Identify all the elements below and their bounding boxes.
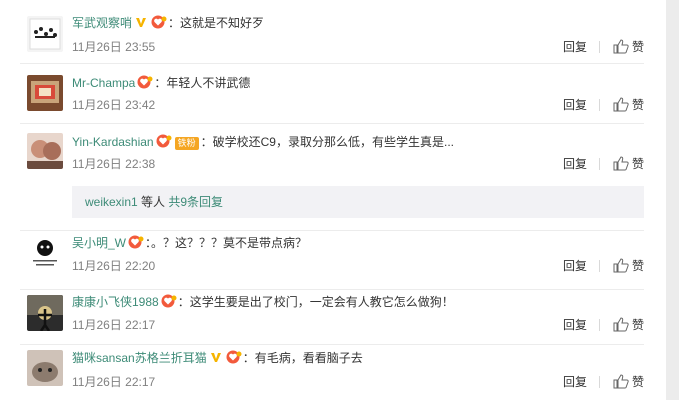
like-label: 赞: [631, 40, 644, 54]
verified-icon: [135, 15, 147, 27]
divider: [599, 158, 600, 170]
colon: ：: [154, 76, 167, 90]
comment-username[interactable]: 军武观察哨: [72, 16, 132, 30]
avatar[interactable]: [27, 235, 63, 271]
colon: ：: [177, 295, 190, 309]
comment-time: 11月26日 22:17: [72, 318, 156, 332]
like-button[interactable]: 赞: [613, 257, 644, 275]
thumbs-up-icon: [613, 156, 629, 171]
like-label: 赞: [631, 318, 644, 332]
comment-text: 年轻人不讲武德: [166, 76, 251, 90]
avatar[interactable]: [27, 295, 63, 331]
comment-username[interactable]: Yin-Kardashian: [72, 135, 154, 149]
heart-badge-icon: [128, 235, 144, 249]
reply-button[interactable]: 回复: [563, 155, 587, 173]
reply-button[interactable]: 回复: [563, 96, 587, 114]
sub-reply-summary: weikexin1 等人 共9条回复: [72, 186, 644, 218]
like-label: 赞: [631, 157, 644, 171]
reply-button[interactable]: 回复: [563, 316, 587, 334]
thumbs-up-icon: [613, 374, 629, 389]
colon: ：: [200, 135, 213, 149]
like-label: 赞: [631, 259, 644, 273]
comment-item: Mr-Champa ：年轻人不讲武德 11月26日 23:42 回复 赞: [20, 63, 644, 124]
view-all-replies-link[interactable]: 共9条回复: [168, 195, 223, 209]
heart-badge-icon: [226, 350, 242, 364]
heart-badge-icon: [156, 134, 172, 148]
fan-badge: 铁粉: [174, 137, 199, 150]
comment-username[interactable]: 猫咪sansan苏格兰折耳猫: [72, 351, 207, 365]
comment-text: 这学生要是出了校门，一定会有人教它怎么做狗！: [189, 295, 454, 309]
reply-button[interactable]: 回复: [563, 373, 587, 391]
comment-item: 猫咪sansan苏格兰折耳猫 ：有毛病，看看脑子去 11月26日 22:17 回复…: [20, 344, 644, 400]
heart-badge-icon: [137, 75, 153, 89]
scrollbar-track[interactable]: [666, 0, 679, 400]
comment-username[interactable]: 吴小明_W: [72, 236, 126, 250]
thumbs-up-icon: [613, 258, 629, 273]
like-label: 赞: [631, 98, 644, 112]
colon: ：: [242, 351, 255, 365]
comment-item: 军武观察哨 ：这就是不知好歹 11月26日 23:55 回复 赞: [20, 0, 644, 64]
comment-item: 康康小飞侠1988 ：这学生要是出了校门，一定会有人教它怎么做狗！ 11月26日 …: [20, 289, 644, 345]
divider: [599, 376, 600, 388]
comment-username[interactable]: Mr-Champa: [72, 76, 135, 90]
like-label: 赞: [631, 375, 644, 389]
like-button[interactable]: 赞: [613, 373, 644, 391]
divider: [599, 260, 600, 272]
like-button[interactable]: 赞: [613, 316, 644, 334]
comment-text: 破学校还C9，录取分那么低，有些学生真是...: [212, 135, 454, 149]
thumbs-up-icon: [613, 97, 629, 112]
comment-text: 有毛病，看看脑子去: [254, 351, 363, 365]
reply-button[interactable]: 回复: [563, 257, 587, 275]
comment-time: 11月26日 22:17: [72, 375, 156, 389]
reply-button[interactable]: 回复: [563, 38, 587, 56]
heart-badge-icon: [151, 15, 167, 29]
comment-text: 。？这？？？莫不是带点病？: [151, 236, 308, 250]
verified-icon: [210, 350, 222, 362]
comment-time: 11月26日 22:38: [72, 157, 156, 171]
divider: [599, 99, 600, 111]
comment-username[interactable]: 康康小飞侠1988: [72, 295, 159, 309]
divider: [599, 319, 600, 331]
thumbs-up-icon: [613, 39, 629, 54]
avatar[interactable]: [27, 75, 63, 111]
like-button[interactable]: 赞: [613, 155, 644, 173]
heart-badge-icon: [161, 294, 177, 308]
comment-text: 这就是不知好歹: [180, 16, 265, 30]
thumbs-up-icon: [613, 317, 629, 332]
like-button[interactable]: 赞: [613, 96, 644, 114]
comment-item: 吴小明_W ：。？这？？？莫不是带点病？ 11月26日 22:20 回复 赞: [20, 230, 644, 290]
sub-reply-user[interactable]: weikexin1: [85, 195, 138, 209]
divider: [599, 41, 600, 53]
avatar[interactable]: [27, 133, 63, 169]
avatar[interactable]: [27, 350, 63, 386]
sub-reply-middle: 等人: [137, 195, 169, 209]
comment-time: 11月26日 22:20: [72, 259, 156, 273]
like-button[interactable]: 赞: [613, 38, 644, 56]
colon: ：: [168, 16, 181, 30]
comment-time: 11月26日 23:42: [72, 98, 156, 112]
avatar[interactable]: [27, 16, 63, 52]
comment-time: 11月26日 23:55: [72, 40, 156, 54]
